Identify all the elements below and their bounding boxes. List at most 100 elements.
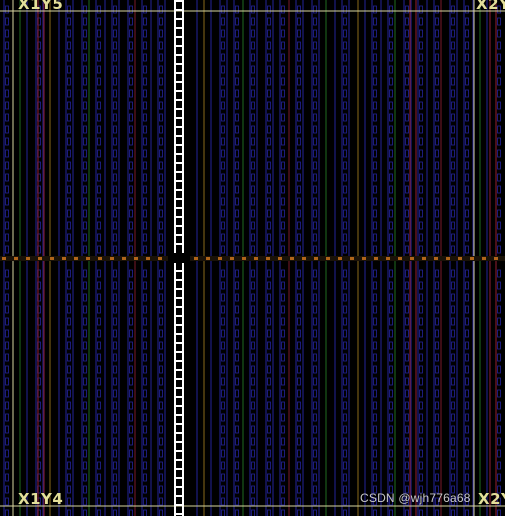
io-marker — [374, 257, 378, 260]
clock-spine-tick — [176, 54, 182, 56]
io-marker — [482, 257, 486, 260]
clock-spine-tick — [176, 423, 182, 425]
clock-spine-tick — [176, 18, 182, 20]
clock-spine-tick — [176, 117, 182, 119]
io-marker — [194, 257, 198, 260]
io-marker — [434, 257, 438, 260]
io-marker — [266, 257, 270, 260]
io-marker — [62, 257, 66, 260]
io-marker — [458, 257, 462, 260]
clock-spine-tick — [176, 198, 182, 200]
io-marker — [410, 257, 414, 260]
clock-spine-tick — [176, 135, 182, 137]
clock-spine-tick — [176, 63, 182, 65]
clock-spine-tick — [176, 369, 182, 371]
io-marker — [86, 257, 90, 260]
io-marker — [158, 257, 162, 260]
clock-spine-tick — [176, 0, 182, 2]
clock-spine-tick — [176, 378, 182, 380]
io-marker — [362, 257, 366, 260]
clock-spine-tick — [176, 108, 182, 110]
clock-spine-tick — [176, 180, 182, 182]
clock-region-label-x2-top: X2Y — [476, 0, 505, 13]
io-marker — [2, 257, 6, 260]
io-marker — [122, 257, 126, 260]
clock-spine-tick — [176, 153, 182, 155]
clock-spine-tick — [176, 225, 182, 227]
clock-spine-tick — [176, 333, 182, 335]
io-marker — [14, 257, 18, 260]
spine-gap — [168, 253, 190, 263]
io-marker — [206, 257, 210, 260]
io-marker — [38, 257, 42, 260]
clock-spine-tick — [176, 495, 182, 497]
io-marker — [290, 257, 294, 260]
clock-spine-tick — [176, 351, 182, 353]
clock-spine-tick — [176, 207, 182, 209]
io-marker — [26, 257, 30, 260]
clock-spine-tick — [176, 36, 182, 38]
clock-spine-tick — [176, 288, 182, 290]
io-marker — [386, 257, 390, 260]
clock-spine-tick — [176, 414, 182, 416]
device-floorplan-view[interactable] — [0, 0, 505, 516]
clock-spine-tick — [176, 306, 182, 308]
clock-spine-tick — [176, 243, 182, 245]
clock-spine-tick — [176, 162, 182, 164]
clock-spine-tick — [176, 450, 182, 452]
clock-spine-tick — [176, 279, 182, 281]
io-marker — [230, 257, 234, 260]
clock-spine-tick — [176, 432, 182, 434]
io-marker — [110, 257, 114, 260]
clock-spine-tick — [176, 405, 182, 407]
clock-spine-tick — [176, 189, 182, 191]
clock-region-label-x2-bottom: X2Y — [478, 490, 505, 508]
clock-spine-tick — [176, 9, 182, 11]
io-marker — [446, 257, 450, 260]
clock-spine-tick — [176, 513, 182, 515]
clock-spine-tick — [176, 297, 182, 299]
clock-spine-tick — [176, 72, 182, 74]
io-marker — [314, 257, 318, 260]
io-marker — [338, 257, 342, 260]
clock-spine-tick — [176, 144, 182, 146]
clock-spine-tick — [176, 486, 182, 488]
io-marker — [98, 257, 102, 260]
clock-spine-tick — [176, 45, 182, 47]
io-marker — [50, 257, 54, 260]
clock-spine-tick — [176, 270, 182, 272]
io-marker — [146, 257, 150, 260]
clock-spine-tick — [176, 477, 182, 479]
clock-spine-tick — [176, 99, 182, 101]
clock-region-label-x1y4: X1Y4 — [18, 490, 64, 508]
clock-spine-tick — [176, 315, 182, 317]
io-marker — [350, 257, 354, 260]
clock-spine-tick — [176, 126, 182, 128]
clock-spine-tick — [176, 324, 182, 326]
clock-spine-tick — [176, 81, 182, 83]
clock-spine-tick — [176, 171, 182, 173]
clock-spine-tick — [176, 459, 182, 461]
clock-spine-tick — [176, 90, 182, 92]
clock-spine-tick — [176, 468, 182, 470]
clock-spine-tick — [176, 234, 182, 236]
clock-spine-tick — [176, 342, 182, 344]
io-marker — [254, 257, 258, 260]
io-marker — [134, 257, 138, 260]
io-marker — [218, 257, 222, 260]
clock-spine-tick — [176, 396, 182, 398]
io-marker — [74, 257, 78, 260]
clock-spine-tick — [176, 216, 182, 218]
clock-spine-tick — [176, 441, 182, 443]
io-marker — [494, 257, 498, 260]
clock-spine-tick — [176, 504, 182, 506]
io-marker — [326, 257, 330, 260]
clock-spine-tick — [176, 27, 182, 29]
clock-spine-tick — [176, 360, 182, 362]
clock-region-label-x1y5: X1Y5 — [18, 0, 64, 13]
io-marker — [242, 257, 246, 260]
clock-spine-tick — [176, 387, 182, 389]
io-marker — [422, 257, 426, 260]
watermark-text: CSDN @wjh776a68 — [360, 491, 471, 505]
io-marker — [302, 257, 306, 260]
